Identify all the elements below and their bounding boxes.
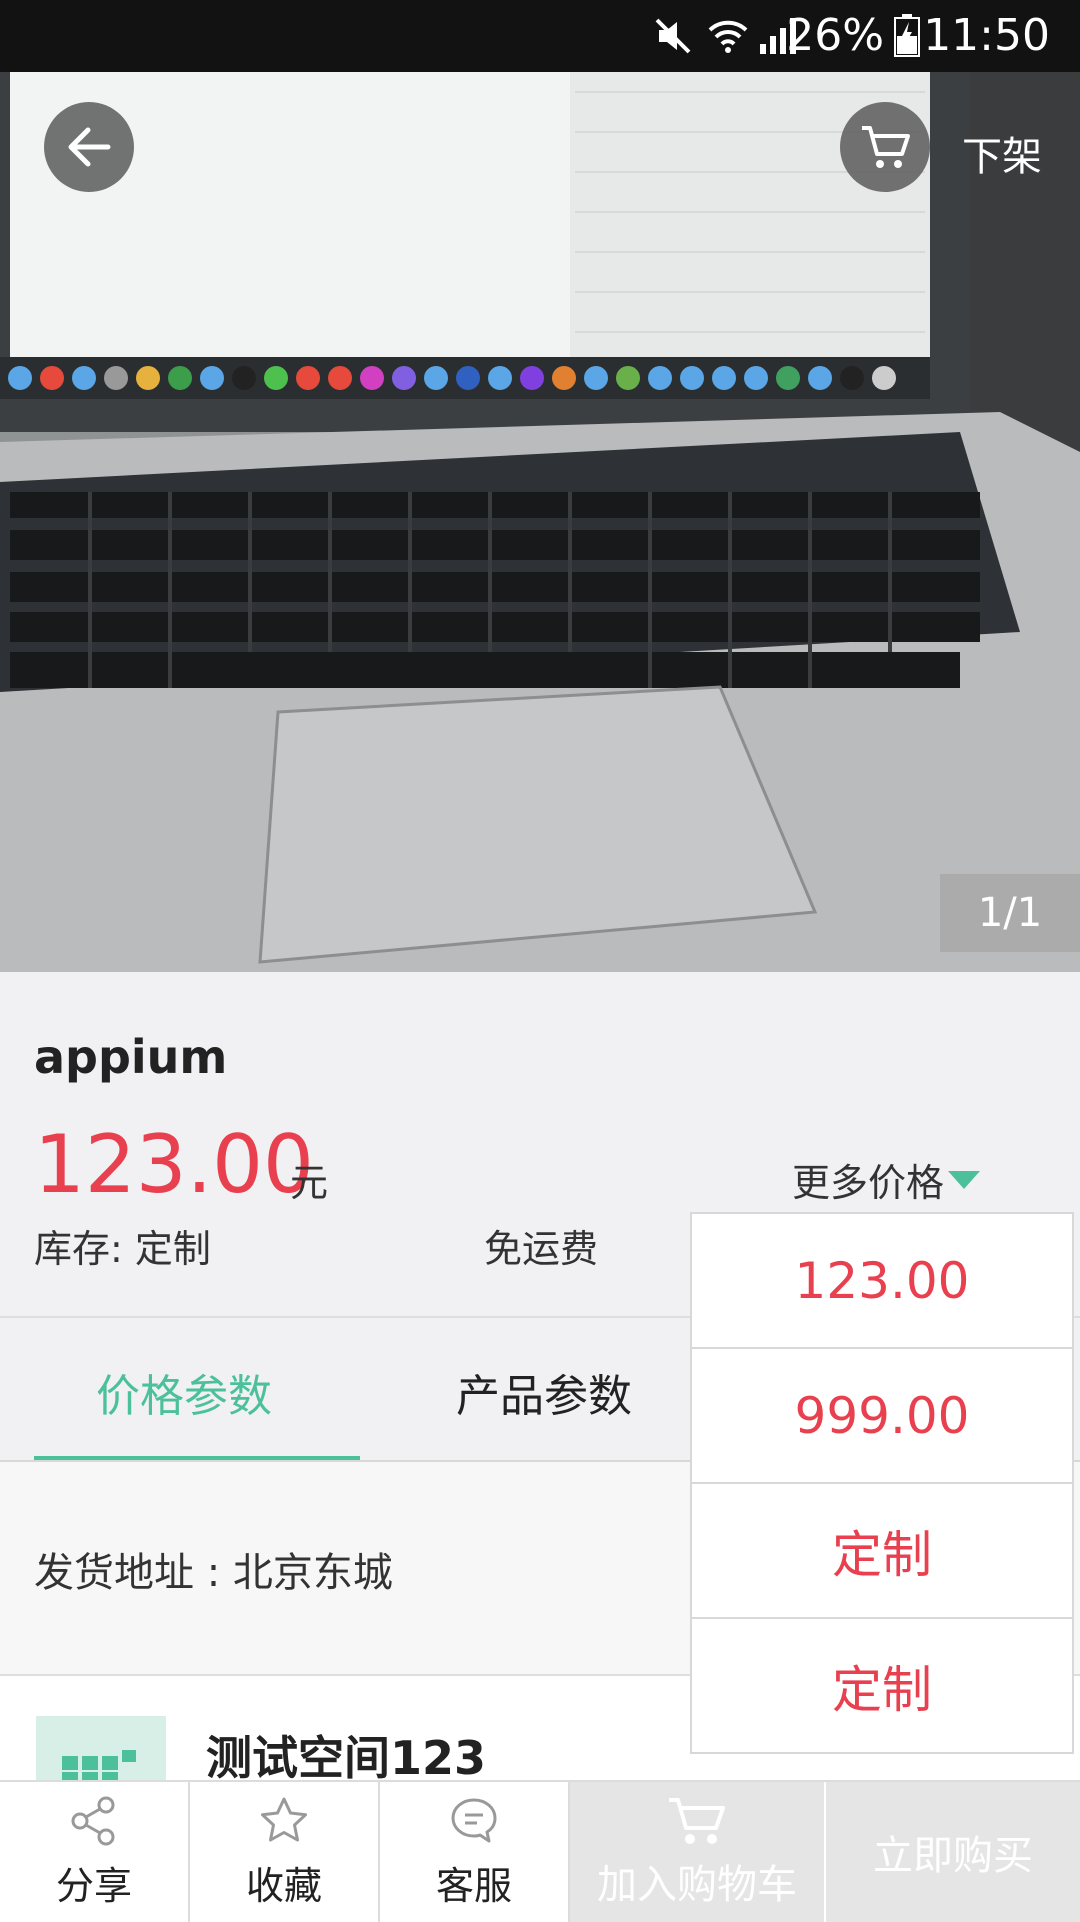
cart-icon	[862, 126, 910, 168]
favorite-label: 收藏	[245, 1863, 322, 1908]
bottom-action-bar: 分享 收藏 客服 加入购物车 立即购买	[0, 1780, 1080, 1922]
share-label: 分享	[55, 1863, 132, 1908]
share-button[interactable]: 分享	[0, 1782, 188, 1922]
price-option[interactable]: 999.00	[692, 1349, 1072, 1484]
shipping-info: 免运费	[484, 1227, 599, 1271]
mute-icon	[651, 14, 695, 62]
battery-charging-icon	[894, 14, 920, 62]
arrow-left-icon	[68, 127, 111, 167]
price-option[interactable]: 定制	[692, 1484, 1072, 1619]
favorite-button[interactable]: 收藏	[190, 1782, 378, 1922]
image-counter: 1/1	[940, 874, 1080, 952]
price-option[interactable]: 定制	[692, 1619, 1072, 1752]
back-button[interactable]	[44, 102, 134, 192]
buy-now-button[interactable]: 立即购买	[826, 1782, 1080, 1922]
off-shelf-button[interactable]: 下架	[962, 124, 1042, 182]
store-logo	[36, 1716, 166, 1780]
tab-price-params[interactable]: 价格参数	[96, 1360, 272, 1424]
price-dropdown: 123.00 999.00 定制 定制	[690, 1212, 1074, 1754]
buy-now-label: 立即购买	[873, 1833, 1033, 1879]
status-bar: 26% 11:50	[0, 0, 1080, 72]
tab-product-params[interactable]: 产品参数	[456, 1360, 632, 1424]
add-to-cart-button[interactable]: 加入购物车	[570, 1782, 824, 1922]
product-price: 123.00	[34, 1118, 314, 1211]
cart-button[interactable]	[840, 102, 930, 192]
product-name: appium	[34, 1030, 228, 1084]
chat-bubble-icon	[451, 1798, 497, 1842]
caret-down-icon	[948, 1170, 981, 1189]
store-name: 测试空间123	[206, 1731, 487, 1785]
share-icon	[71, 1796, 115, 1845]
more-price-toggle[interactable]: 更多价格	[792, 1152, 981, 1207]
customer-service-button[interactable]: 客服	[380, 1782, 568, 1922]
more-price-label: 更多价格	[792, 1161, 945, 1205]
add-to-cart-label: 加入购物车	[597, 1862, 797, 1908]
shipping-address: 发货地址 : 北京东城	[34, 1550, 393, 1596]
product-image[interactable]: 下架 1/1	[0, 72, 1080, 972]
stock-info: 库存: 定制	[34, 1227, 211, 1271]
price-unit: 元	[290, 1161, 329, 1205]
cart-icon	[669, 1798, 725, 1844]
price-option[interactable]: 123.00	[692, 1214, 1072, 1349]
customer-service-label: 客服	[435, 1863, 512, 1908]
clock: 11:50	[923, 10, 1050, 61]
wifi-icon	[706, 14, 750, 62]
battery-percent: 26%	[786, 10, 884, 61]
laptop-photo	[0, 72, 1080, 972]
star-icon	[261, 1797, 307, 1841]
